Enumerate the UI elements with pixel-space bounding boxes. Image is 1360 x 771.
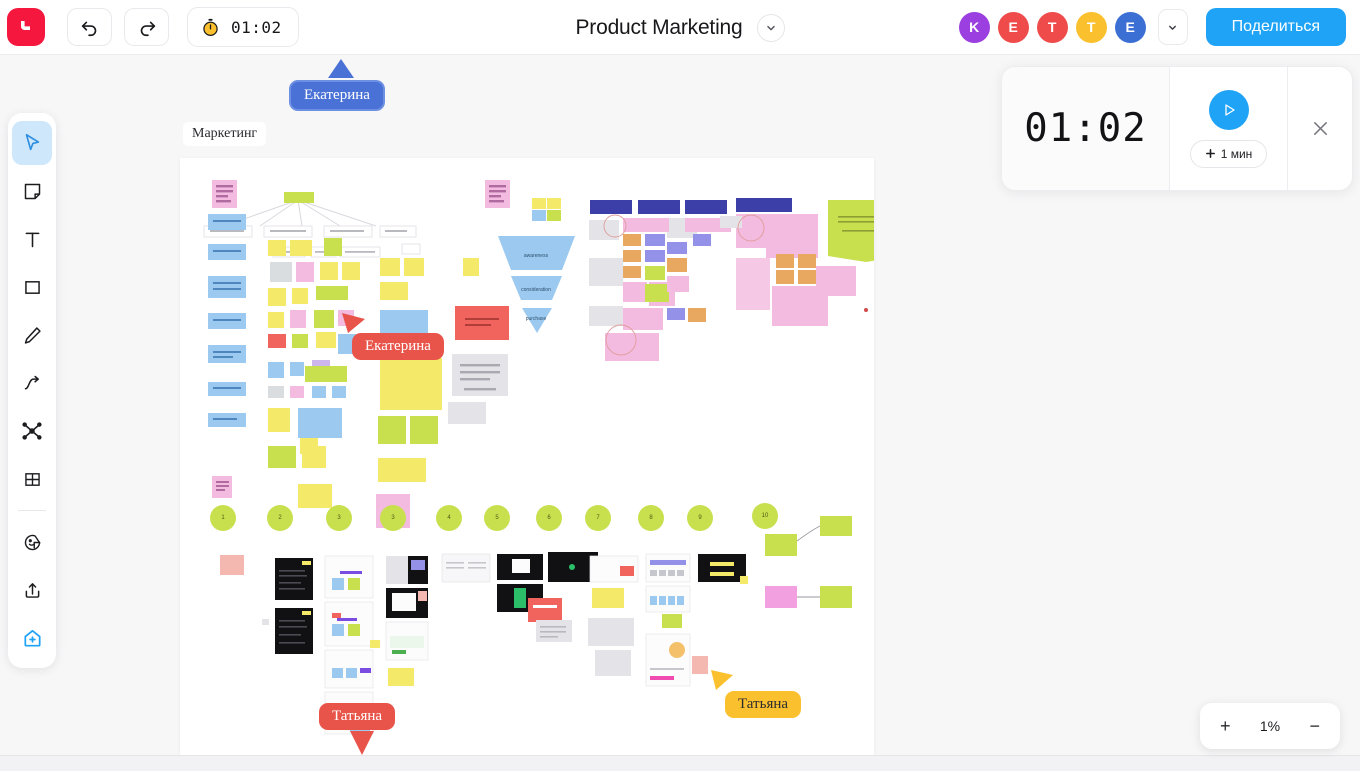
collaborator-cursor-ekaterina-red: Екатерина — [342, 313, 444, 360]
timer-toolbar-value: 01:02 — [231, 17, 282, 37]
tool-sticker[interactable] — [12, 520, 52, 564]
numbered-step-circle[interactable]: 3 — [380, 505, 406, 531]
play-icon — [1224, 103, 1235, 116]
chevron-down-icon — [766, 25, 775, 30]
title-dropdown-button[interactable] — [756, 13, 785, 42]
tool-mindmap[interactable] — [12, 409, 52, 453]
cursor-label: Татьяна — [319, 703, 396, 730]
text-icon — [25, 232, 39, 247]
redo-icon — [140, 21, 155, 37]
cursor-pointer-icon — [711, 670, 733, 690]
left-toolbar — [8, 113, 56, 668]
svg-text:purchase: purchase — [526, 316, 547, 322]
svg-text:awareness: awareness — [524, 253, 549, 259]
timer-add-minute-label: 1 мин — [1220, 146, 1253, 161]
redo-button[interactable] — [124, 8, 169, 46]
frame-mini-content: awareness consideration purchase — [203, 180, 874, 735]
numbered-step-circle[interactable]: 4 — [436, 505, 462, 531]
numbered-step-circle[interactable]: 8 — [638, 505, 664, 531]
bottom-strip — [0, 755, 1360, 771]
tool-sticky-note[interactable] — [12, 169, 52, 213]
avatar[interactable]: T — [1075, 11, 1107, 43]
zoom-in-button[interactable]: + — [1220, 717, 1231, 735]
avatar[interactable]: K — [958, 11, 990, 43]
numbered-step-circle[interactable]: 5 — [484, 505, 510, 531]
timer-close-button[interactable] — [1288, 67, 1352, 190]
timer-panel: 01:02 1 мин — [1001, 66, 1353, 191]
avatar[interactable]: E — [1114, 11, 1146, 43]
tool-select[interactable] — [12, 121, 52, 165]
cursor-label: Татьяна — [725, 691, 802, 718]
avatar-initial: K — [969, 19, 980, 35]
tool-pencil[interactable] — [12, 313, 52, 357]
cursor-label: Екатерина — [289, 80, 385, 111]
numbered-step-circle[interactable]: 2 — [267, 505, 293, 531]
app-logo[interactable] — [7, 8, 45, 46]
numbered-step-circle[interactable]: 1 — [210, 505, 236, 531]
timer-controls: 1 мин — [1170, 67, 1288, 190]
sticky-note-icon — [24, 183, 40, 199]
tool-connector[interactable] — [12, 361, 52, 405]
upload-icon — [25, 582, 39, 598]
plus-icon — [1205, 149, 1215, 158]
collaborator-cursor-ekaterina-blue: Екатерина — [289, 59, 385, 111]
tool-upload[interactable] — [12, 568, 52, 612]
sticker-emoji-icon — [24, 534, 41, 550]
pencil-icon — [24, 326, 41, 344]
tool-table[interactable] — [12, 457, 52, 501]
collaborator-cursor-tatyana-red: Татьяна — [319, 703, 396, 755]
numbered-step-circle[interactable]: 3 — [326, 505, 352, 531]
close-icon — [1313, 122, 1327, 135]
tool-text[interactable] — [12, 217, 52, 261]
zoom-control: + 1% − — [1200, 703, 1340, 749]
collaborator-cursor-tatyana-yellow: Татьяна — [711, 670, 802, 718]
zoom-out-button[interactable]: − — [1309, 717, 1320, 735]
numbered-step-circle[interactable]: 7 — [585, 505, 611, 531]
avatar[interactable]: T — [1036, 11, 1068, 43]
undo-icon — [81, 21, 96, 37]
board-logo-icon — [21, 21, 30, 30]
timer-add-minute-button[interactable]: 1 мин — [1189, 139, 1268, 168]
collaborators-dropdown-button[interactable] — [1157, 9, 1188, 45]
connector-arrow-icon — [24, 375, 39, 389]
board-frame[interactable]: awareness consideration purchase 1 2 3 3… — [180, 158, 874, 755]
timer-toolbar-button[interactable]: 01:02 — [187, 7, 299, 47]
header-right-group: K E T T E Поделиться — [958, 8, 1360, 46]
cursor-pointer-icon — [328, 59, 354, 78]
svg-text:consideration: consideration — [521, 287, 551, 293]
cursor-select-icon — [25, 133, 40, 151]
toolbar-divider — [18, 510, 46, 511]
tool-add-frame[interactable] — [12, 616, 52, 660]
undo-button[interactable] — [67, 8, 112, 46]
chevron-down-icon — [1169, 25, 1177, 30]
numbered-step-circle[interactable]: 6 — [536, 505, 562, 531]
timer-play-button[interactable] — [1208, 89, 1249, 130]
stopwatch-icon — [203, 18, 218, 36]
avatar-initial: E — [1008, 19, 1018, 35]
zoom-level-label[interactable]: 1% — [1260, 718, 1280, 734]
numbered-step-circle[interactable]: 9 — [687, 505, 713, 531]
tool-shape[interactable] — [12, 265, 52, 309]
timer-value: 01:02 — [1002, 67, 1170, 190]
page-title: Product Marketing — [575, 15, 743, 39]
cursor-label: Екатерина — [352, 333, 444, 360]
cursor-pointer-icon — [342, 313, 365, 333]
share-button[interactable]: Поделиться — [1205, 8, 1346, 46]
avatar-initial: T — [1047, 19, 1057, 35]
numbered-step-circle[interactable]: 10 — [752, 503, 778, 529]
cursor-pointer-icon — [350, 731, 374, 755]
numbered-steps-row: 1 2 3 3 4 5 6 7 8 9 10 — [210, 503, 830, 533]
table-grid-icon — [24, 472, 40, 486]
avatar-initial: T — [1086, 19, 1096, 35]
avatar-initial: E — [1125, 19, 1135, 35]
add-frame-icon — [23, 629, 41, 647]
mindmap-icon — [22, 422, 42, 440]
frame-title-label[interactable]: Маркетинг — [183, 122, 267, 146]
rectangle-shape-icon — [24, 280, 40, 294]
app-header: 01:02 Product Marketing K E T T E Подели… — [0, 0, 1360, 55]
avatar[interactable]: E — [997, 11, 1029, 43]
